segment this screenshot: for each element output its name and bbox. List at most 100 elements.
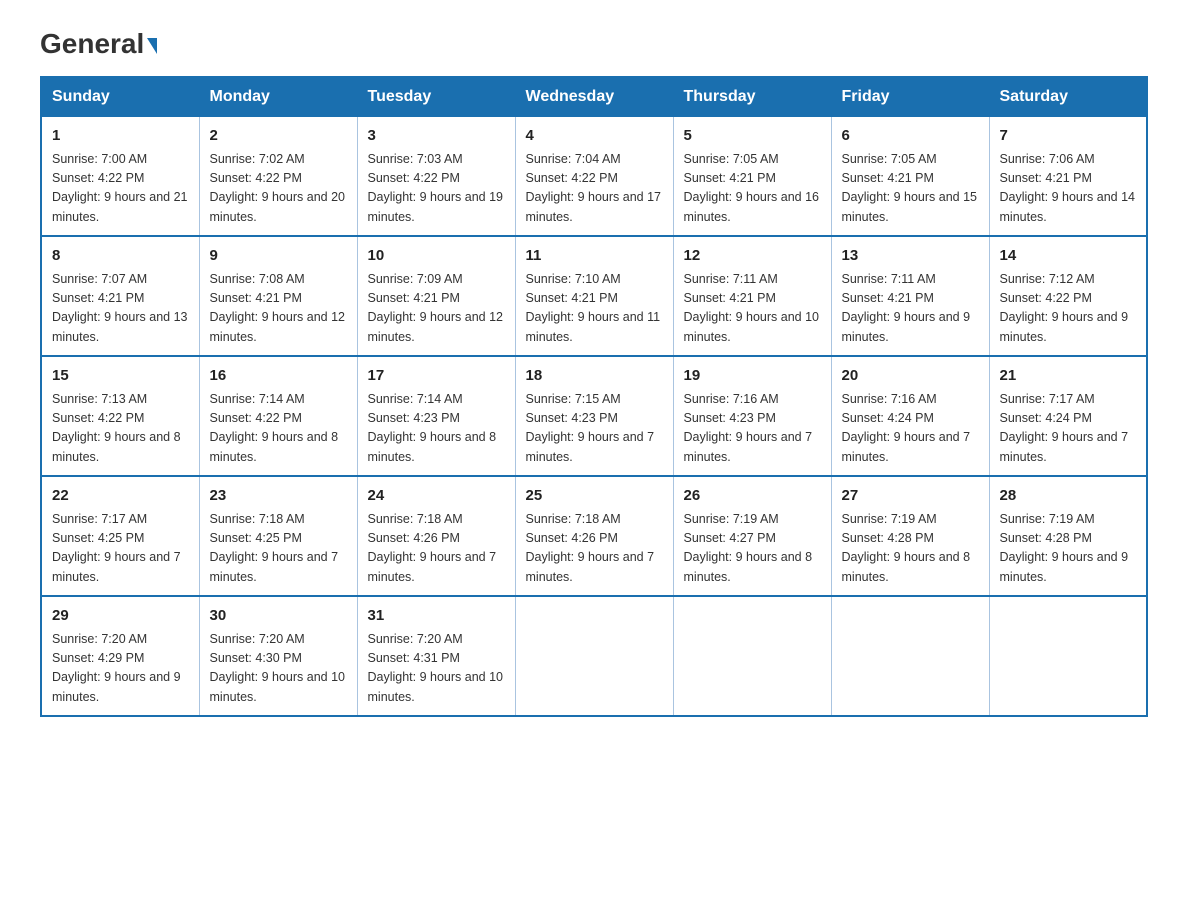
- day-of-week-header: Friday: [831, 77, 989, 117]
- day-info: Sunrise: 7:20 AMSunset: 4:29 PMDaylight:…: [52, 630, 189, 708]
- header: General: [40, 30, 1148, 56]
- day-number: 21: [1000, 365, 1137, 388]
- calendar-day-cell: 8Sunrise: 7:07 AMSunset: 4:21 PMDaylight…: [41, 236, 199, 356]
- day-info: Sunrise: 7:02 AMSunset: 4:22 PMDaylight:…: [210, 150, 347, 228]
- calendar-day-cell: 25Sunrise: 7:18 AMSunset: 4:26 PMDayligh…: [515, 476, 673, 596]
- calendar-day-cell: 5Sunrise: 7:05 AMSunset: 4:21 PMDaylight…: [673, 117, 831, 237]
- day-number: 28: [1000, 485, 1137, 508]
- calendar-day-cell: 31Sunrise: 7:20 AMSunset: 4:31 PMDayligh…: [357, 596, 515, 716]
- day-info: Sunrise: 7:03 AMSunset: 4:22 PMDaylight:…: [368, 150, 505, 228]
- day-info: Sunrise: 7:11 AMSunset: 4:21 PMDaylight:…: [684, 270, 821, 348]
- day-number: 9: [210, 245, 347, 268]
- calendar-week-row: 8Sunrise: 7:07 AMSunset: 4:21 PMDaylight…: [41, 236, 1147, 356]
- day-number: 1: [52, 125, 189, 148]
- day-number: 12: [684, 245, 821, 268]
- day-info: Sunrise: 7:17 AMSunset: 4:24 PMDaylight:…: [1000, 390, 1137, 468]
- calendar-day-cell: 21Sunrise: 7:17 AMSunset: 4:24 PMDayligh…: [989, 356, 1147, 476]
- day-of-week-header: Tuesday: [357, 77, 515, 117]
- day-info: Sunrise: 7:09 AMSunset: 4:21 PMDaylight:…: [368, 270, 505, 348]
- calendar-day-cell: 7Sunrise: 7:06 AMSunset: 4:21 PMDaylight…: [989, 117, 1147, 237]
- day-info: Sunrise: 7:10 AMSunset: 4:21 PMDaylight:…: [526, 270, 663, 348]
- calendar-day-cell: 16Sunrise: 7:14 AMSunset: 4:22 PMDayligh…: [199, 356, 357, 476]
- calendar-day-cell: 17Sunrise: 7:14 AMSunset: 4:23 PMDayligh…: [357, 356, 515, 476]
- calendar-day-cell: 26Sunrise: 7:19 AMSunset: 4:27 PMDayligh…: [673, 476, 831, 596]
- day-info: Sunrise: 7:12 AMSunset: 4:22 PMDaylight:…: [1000, 270, 1137, 348]
- calendar-day-cell: 13Sunrise: 7:11 AMSunset: 4:21 PMDayligh…: [831, 236, 989, 356]
- day-info: Sunrise: 7:13 AMSunset: 4:22 PMDaylight:…: [52, 390, 189, 468]
- day-number: 29: [52, 605, 189, 628]
- day-info: Sunrise: 7:07 AMSunset: 4:21 PMDaylight:…: [52, 270, 189, 348]
- day-number: 17: [368, 365, 505, 388]
- day-info: Sunrise: 7:18 AMSunset: 4:26 PMDaylight:…: [368, 510, 505, 588]
- day-info: Sunrise: 7:19 AMSunset: 4:28 PMDaylight:…: [842, 510, 979, 588]
- day-info: Sunrise: 7:18 AMSunset: 4:26 PMDaylight:…: [526, 510, 663, 588]
- day-number: 15: [52, 365, 189, 388]
- calendar-day-cell: 22Sunrise: 7:17 AMSunset: 4:25 PMDayligh…: [41, 476, 199, 596]
- calendar-day-cell: [515, 596, 673, 716]
- day-info: Sunrise: 7:15 AMSunset: 4:23 PMDaylight:…: [526, 390, 663, 468]
- day-number: 3: [368, 125, 505, 148]
- day-number: 4: [526, 125, 663, 148]
- calendar-day-cell: 2Sunrise: 7:02 AMSunset: 4:22 PMDaylight…: [199, 117, 357, 237]
- day-number: 5: [684, 125, 821, 148]
- day-info: Sunrise: 7:00 AMSunset: 4:22 PMDaylight:…: [52, 150, 189, 228]
- day-of-week-header: Wednesday: [515, 77, 673, 117]
- day-info: Sunrise: 7:19 AMSunset: 4:27 PMDaylight:…: [684, 510, 821, 588]
- calendar-day-cell: 10Sunrise: 7:09 AMSunset: 4:21 PMDayligh…: [357, 236, 515, 356]
- day-info: Sunrise: 7:05 AMSunset: 4:21 PMDaylight:…: [684, 150, 821, 228]
- calendar-day-cell: 28Sunrise: 7:19 AMSunset: 4:28 PMDayligh…: [989, 476, 1147, 596]
- calendar-day-cell: 15Sunrise: 7:13 AMSunset: 4:22 PMDayligh…: [41, 356, 199, 476]
- calendar-day-cell: 23Sunrise: 7:18 AMSunset: 4:25 PMDayligh…: [199, 476, 357, 596]
- logo-line1: General: [40, 30, 157, 58]
- day-number: 30: [210, 605, 347, 628]
- calendar-table: SundayMondayTuesdayWednesdayThursdayFrid…: [40, 76, 1148, 717]
- day-number: 25: [526, 485, 663, 508]
- day-number: 31: [368, 605, 505, 628]
- day-info: Sunrise: 7:17 AMSunset: 4:25 PMDaylight:…: [52, 510, 189, 588]
- day-number: 26: [684, 485, 821, 508]
- calendar-day-cell: 6Sunrise: 7:05 AMSunset: 4:21 PMDaylight…: [831, 117, 989, 237]
- calendar-day-cell: 1Sunrise: 7:00 AMSunset: 4:22 PMDaylight…: [41, 117, 199, 237]
- calendar-day-cell: 30Sunrise: 7:20 AMSunset: 4:30 PMDayligh…: [199, 596, 357, 716]
- day-number: 14: [1000, 245, 1137, 268]
- calendar-day-cell: 19Sunrise: 7:16 AMSunset: 4:23 PMDayligh…: [673, 356, 831, 476]
- day-of-week-header: Saturday: [989, 77, 1147, 117]
- calendar-day-cell: 11Sunrise: 7:10 AMSunset: 4:21 PMDayligh…: [515, 236, 673, 356]
- day-number: 8: [52, 245, 189, 268]
- day-info: Sunrise: 7:20 AMSunset: 4:30 PMDaylight:…: [210, 630, 347, 708]
- calendar-header-row: SundayMondayTuesdayWednesdayThursdayFrid…: [41, 77, 1147, 117]
- day-number: 23: [210, 485, 347, 508]
- day-of-week-header: Sunday: [41, 77, 199, 117]
- day-info: Sunrise: 7:05 AMSunset: 4:21 PMDaylight:…: [842, 150, 979, 228]
- calendar-day-cell: [831, 596, 989, 716]
- day-info: Sunrise: 7:18 AMSunset: 4:25 PMDaylight:…: [210, 510, 347, 588]
- day-number: 19: [684, 365, 821, 388]
- day-info: Sunrise: 7:19 AMSunset: 4:28 PMDaylight:…: [1000, 510, 1137, 588]
- calendar-day-cell: 27Sunrise: 7:19 AMSunset: 4:28 PMDayligh…: [831, 476, 989, 596]
- day-number: 18: [526, 365, 663, 388]
- day-of-week-header: Monday: [199, 77, 357, 117]
- day-info: Sunrise: 7:16 AMSunset: 4:23 PMDaylight:…: [684, 390, 821, 468]
- calendar-day-cell: 3Sunrise: 7:03 AMSunset: 4:22 PMDaylight…: [357, 117, 515, 237]
- day-of-week-header: Thursday: [673, 77, 831, 117]
- day-number: 22: [52, 485, 189, 508]
- day-number: 27: [842, 485, 979, 508]
- day-info: Sunrise: 7:16 AMSunset: 4:24 PMDaylight:…: [842, 390, 979, 468]
- calendar-day-cell: 12Sunrise: 7:11 AMSunset: 4:21 PMDayligh…: [673, 236, 831, 356]
- day-info: Sunrise: 7:11 AMSunset: 4:21 PMDaylight:…: [842, 270, 979, 348]
- calendar-day-cell: 29Sunrise: 7:20 AMSunset: 4:29 PMDayligh…: [41, 596, 199, 716]
- day-number: 20: [842, 365, 979, 388]
- calendar-day-cell: 4Sunrise: 7:04 AMSunset: 4:22 PMDaylight…: [515, 117, 673, 237]
- calendar-week-row: 1Sunrise: 7:00 AMSunset: 4:22 PMDaylight…: [41, 117, 1147, 237]
- day-number: 10: [368, 245, 505, 268]
- calendar-day-cell: 24Sunrise: 7:18 AMSunset: 4:26 PMDayligh…: [357, 476, 515, 596]
- calendar-day-cell: 20Sunrise: 7:16 AMSunset: 4:24 PMDayligh…: [831, 356, 989, 476]
- day-number: 13: [842, 245, 979, 268]
- day-info: Sunrise: 7:14 AMSunset: 4:23 PMDaylight:…: [368, 390, 505, 468]
- day-info: Sunrise: 7:04 AMSunset: 4:22 PMDaylight:…: [526, 150, 663, 228]
- calendar-day-cell: 9Sunrise: 7:08 AMSunset: 4:21 PMDaylight…: [199, 236, 357, 356]
- day-info: Sunrise: 7:14 AMSunset: 4:22 PMDaylight:…: [210, 390, 347, 468]
- day-number: 6: [842, 125, 979, 148]
- day-number: 7: [1000, 125, 1137, 148]
- calendar-week-row: 29Sunrise: 7:20 AMSunset: 4:29 PMDayligh…: [41, 596, 1147, 716]
